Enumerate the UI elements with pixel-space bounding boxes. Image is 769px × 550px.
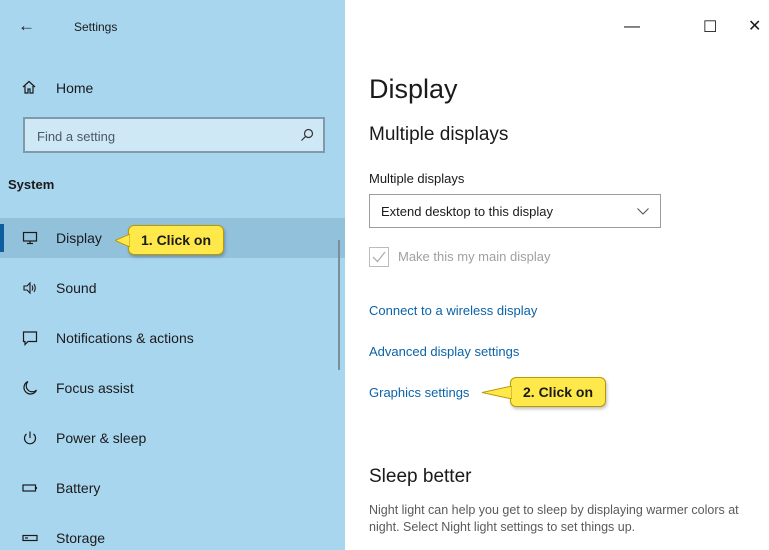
callout-pointer — [482, 386, 512, 399]
sidebar-home[interactable]: Home — [0, 70, 345, 106]
sidebar-item-label: Battery — [56, 480, 101, 496]
moon-icon — [23, 380, 38, 395]
monitor-icon — [22, 231, 38, 245]
sidebar-item-label: Storage — [56, 530, 106, 546]
main-content: — ☐ ✕ Display Multiple displays Multiple… — [345, 0, 769, 550]
app-title: Settings — [74, 20, 118, 34]
dropdown-value: Extend desktop to this display — [381, 204, 553, 219]
sidebar-item-focus-assist[interactable]: Focus assist — [0, 368, 345, 408]
chevron-down-icon — [637, 208, 649, 215]
page-title: Display — [369, 74, 458, 104]
callout-pointer — [115, 234, 130, 247]
sleep-better-heading: Sleep better — [369, 466, 472, 487]
sidebar-item-label: Sound — [56, 280, 97, 296]
battery-icon — [22, 484, 37, 492]
multiple-displays-label: Multiple displays — [369, 171, 465, 186]
speaker-icon — [23, 281, 36, 295]
callout-2: 2. Click on — [482, 377, 607, 407]
checkmark-icon — [372, 251, 386, 263]
home-label: Home — [56, 80, 94, 96]
notification-icon — [22, 331, 38, 346]
sidebar-item-sound[interactable]: Sound — [0, 268, 345, 308]
main-display-checkbox[interactable] — [369, 247, 389, 267]
advanced-display-settings-link[interactable]: Advanced display settings — [369, 344, 519, 359]
sidebar-item-label: Notifications & actions — [56, 330, 194, 346]
sidebar-item-battery[interactable]: Battery — [0, 468, 345, 508]
search-box[interactable] — [23, 117, 325, 153]
graphics-settings-link[interactable]: Graphics settings — [369, 385, 469, 400]
multiple-displays-dropdown[interactable]: Extend desktop to this display — [369, 194, 661, 228]
sidebar-item-power-sleep[interactable]: Power & sleep — [0, 418, 345, 458]
multiple-displays-heading: Multiple displays — [369, 124, 509, 145]
sidebar-item-label: Display — [56, 230, 102, 246]
home-icon — [22, 80, 36, 94]
power-icon — [23, 431, 37, 445]
close-icon[interactable]: ✕ — [748, 16, 761, 36]
sidebar: ← Settings Home System Display Sound — [0, 0, 345, 550]
search-input[interactable] — [35, 126, 289, 146]
sidebar-item-notifications[interactable]: Notifications & actions — [0, 318, 345, 358]
sleep-better-text: Night light can help you get to sleep by… — [369, 503, 739, 534]
sidebar-item-storage[interactable]: Storage — [0, 518, 345, 550]
sidebar-scrollbar[interactable] — [338, 240, 340, 370]
minimize-icon[interactable]: — — [624, 18, 640, 36]
maximize-icon[interactable]: ☐ — [703, 17, 717, 37]
callout-1: 1. Click on — [115, 225, 225, 255]
section-title: System — [8, 177, 55, 192]
connect-wireless-display-link[interactable]: Connect to a wireless display — [369, 303, 537, 318]
search-icon[interactable] — [300, 128, 314, 142]
main-display-checkbox-label: Make this my main display — [398, 249, 551, 264]
back-arrow-icon[interactable]: ← — [18, 16, 35, 36]
callout-text: 1. Click on — [141, 232, 212, 248]
sidebar-item-label: Focus assist — [56, 380, 134, 396]
storage-icon — [22, 534, 38, 542]
callout-text: 2. Click on — [523, 384, 594, 400]
sidebar-item-label: Power & sleep — [56, 430, 147, 446]
